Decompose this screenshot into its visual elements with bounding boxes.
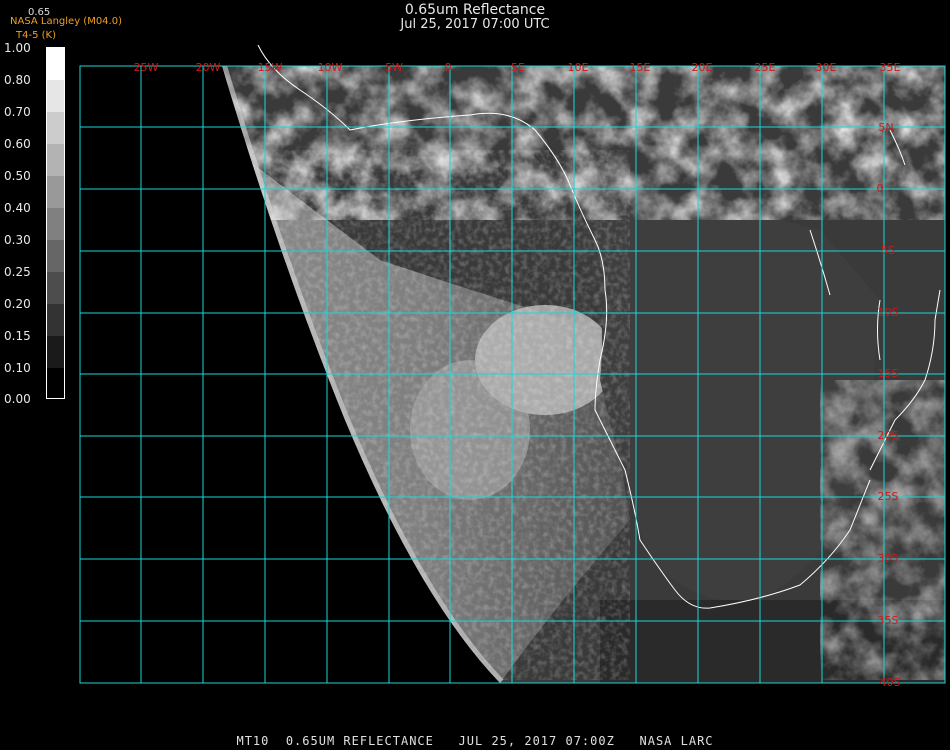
satellite-map: 25W 20W 15W 10W 5W 0 5E 10E 15E 20E 25E … <box>79 44 946 689</box>
lat-label: 35S <box>878 614 899 627</box>
lat-label: 15S <box>878 367 899 380</box>
lon-label: 30E <box>816 61 837 74</box>
lon-label: 35E <box>880 61 901 74</box>
lon-label: 20E <box>692 61 713 74</box>
lon-label: 25W <box>134 61 159 74</box>
lon-label: 25E <box>755 61 776 74</box>
lon-label: 10W <box>318 61 343 74</box>
lat-label: 10S <box>878 306 899 319</box>
lon-label: 20W <box>196 61 221 74</box>
lat-label: 40S <box>880 676 901 689</box>
lon-label: 5W <box>385 61 403 74</box>
satellite-imagery <box>222 66 945 683</box>
lat-label: 5N <box>878 121 893 134</box>
bottom-caption: MT10 0.65UM REFLECTANCE JUL 25, 2017 07:… <box>236 734 714 748</box>
lat-label: 5S <box>881 244 895 257</box>
lon-label: 10E <box>568 61 589 74</box>
lat-label: 25S <box>878 490 899 503</box>
lat-label: 0 <box>877 182 884 195</box>
lat-label: 30S <box>878 552 899 565</box>
lon-label: 15E <box>630 61 651 74</box>
lon-label: 15W <box>258 61 283 74</box>
lat-label: 20S <box>878 429 899 442</box>
lon-label: 5E <box>511 61 525 74</box>
lon-label: 0 <box>445 61 452 74</box>
